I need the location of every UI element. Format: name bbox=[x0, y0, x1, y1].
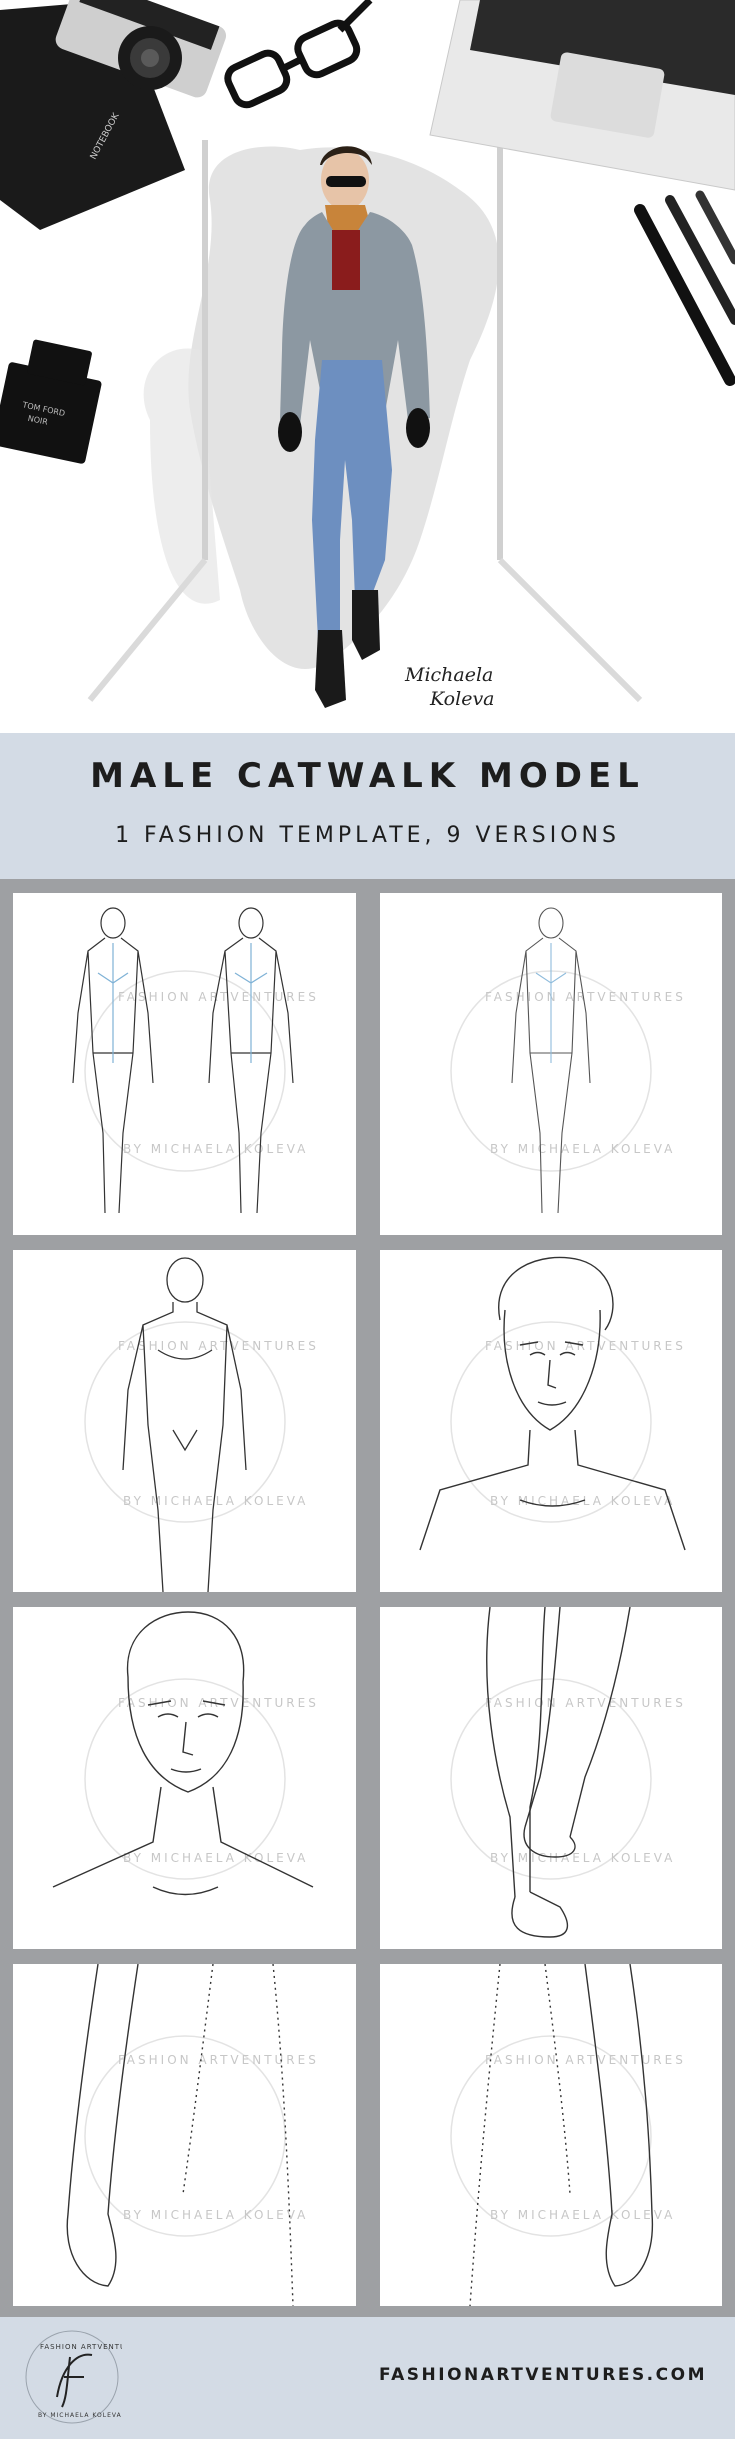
floor-diagonal-right bbox=[497, 557, 643, 703]
page-subtitle: 1 FASHION TEMPLATE, 9 VERSIONS bbox=[115, 823, 620, 848]
watermark-bottom: BY MICHAELA KOLEVA bbox=[123, 1142, 308, 1156]
red-shirt bbox=[332, 230, 360, 290]
website-url[interactable]: FASHIONARTVENTURES.COM bbox=[379, 2365, 707, 2385]
watermark-bottom: BY MICHAELA KOLEVA bbox=[490, 1851, 675, 1865]
sunglasses bbox=[326, 176, 366, 187]
logo-top-text: FASHION ARTVENTURES bbox=[40, 2343, 122, 2351]
panel-two-full-body-croquis: FASHION ARTVENTURES BY MICHAELA KOLEVA bbox=[13, 893, 356, 1235]
panel-legs-and-feet: FASHION ARTVENTURES BY MICHAELA KOLEVA bbox=[380, 1607, 722, 1949]
croquis-upper-body bbox=[122, 1257, 247, 1592]
laptop-icon bbox=[429, 0, 735, 191]
watermark-top: FASHION ARTVENTURES bbox=[118, 1696, 319, 1710]
left-boot bbox=[315, 630, 346, 708]
croquis-hip-arm-right bbox=[469, 1964, 654, 2306]
signature-line2: Koleva bbox=[429, 688, 495, 710]
logo-bottom-text: BY MICHAELA KOLEVA bbox=[38, 2412, 122, 2419]
watermark: FASHION ARTVENTURES BY MICHAELA KOLEVA bbox=[84, 1321, 319, 1523]
watermark: FASHION ARTVENTURES BY MICHAELA KOLEVA bbox=[450, 1678, 686, 1880]
watermark: FASHION ARTVENTURES BY MICHAELA KOLEVA bbox=[450, 2035, 686, 2237]
watermark-top: FASHION ARTVENTURES bbox=[118, 1339, 319, 1353]
watermark: FASHION ARTVENTURES BY MICHAELA KOLEVA bbox=[84, 970, 319, 1172]
croquis-legs-feet bbox=[486, 1607, 631, 1938]
watermark-bottom: BY MICHAELA KOLEVA bbox=[490, 1142, 675, 1156]
brand-logo: FASHION ARTVENTURES BY MICHAELA KOLEVA bbox=[25, 2330, 122, 2424]
watermark-bottom: BY MICHAELA KOLEVA bbox=[123, 1494, 308, 1508]
perfume-bottle-icon: TOM FORD NOIR bbox=[0, 339, 102, 464]
panel-hip-and-arm-right: FASHION ARTVENTURES BY MICHAELA KOLEVA bbox=[380, 1964, 722, 2306]
croquis-hip-arm-left bbox=[66, 1964, 294, 2306]
watermark-bottom: BY MICHAELA KOLEVA bbox=[123, 2208, 308, 2222]
watermark-bottom: BY MICHAELA KOLEVA bbox=[123, 1851, 308, 1865]
panel-head-and-shoulders-with-hair: FASHION ARTVENTURES BY MICHAELA KOLEVA bbox=[380, 1250, 722, 1592]
footer: FASHION ARTVENTURES BY MICHAELA KOLEVA F… bbox=[0, 2317, 735, 2439]
title-band: MALE CATWALK MODEL 1 FASHION TEMPLATE, 9… bbox=[0, 733, 735, 879]
panel-upper-body-croquis: FASHION ARTVENTURES BY MICHAELA KOLEVA bbox=[13, 1250, 356, 1592]
template-grid: FASHION ARTVENTURES BY MICHAELA KOLEVA F… bbox=[0, 879, 735, 2317]
watermark-top: FASHION ARTVENTURES bbox=[485, 1696, 686, 1710]
hero-illustration: NOTEBOOK TOM FORD NOIR Michaela Koleva bbox=[0, 0, 735, 733]
panel-hip-and-arm-left: FASHION ARTVENTURES BY MICHAELA KOLEVA bbox=[13, 1964, 356, 2306]
signature-line1: Michaela bbox=[404, 664, 493, 686]
right-glove bbox=[406, 408, 430, 448]
pens-icon bbox=[634, 190, 735, 386]
watermark-top: FASHION ARTVENTURES bbox=[485, 990, 686, 1004]
watermark-top: FASHION ARTVENTURES bbox=[118, 2053, 319, 2067]
watermark-top: FASHION ARTVENTURES bbox=[485, 1339, 686, 1353]
watermark-top: FASHION ARTVENTURES bbox=[485, 2053, 686, 2067]
hero-scene: NOTEBOOK TOM FORD NOIR Michaela Koleva bbox=[0, 0, 735, 710]
page-title: MALE CATWALK MODEL bbox=[90, 756, 645, 796]
watermark: FASHION ARTVENTURES BY MICHAELA KOLEVA bbox=[450, 970, 686, 1172]
left-glove bbox=[278, 412, 302, 452]
croquis-right bbox=[208, 907, 294, 1214]
watermark: FASHION ARTVENTURES BY MICHAELA KOLEVA bbox=[84, 1678, 319, 1880]
watermark-top: FASHION ARTVENTURES bbox=[118, 990, 319, 1004]
watermark-bottom: BY MICHAELA KOLEVA bbox=[490, 2208, 675, 2222]
right-boot bbox=[352, 590, 380, 660]
glasses-icon bbox=[224, 0, 373, 109]
floor-diagonal-left bbox=[87, 558, 208, 702]
panel-single-full-body-croquis: FASHION ARTVENTURES BY MICHAELA KOLEVA bbox=[380, 893, 722, 1235]
watermark: FASHION ARTVENTURES BY MICHAELA KOLEVA bbox=[84, 2035, 319, 2237]
panel-bald-head-and-neck: FASHION ARTVENTURES BY MICHAELA KOLEVA bbox=[13, 1607, 356, 1949]
